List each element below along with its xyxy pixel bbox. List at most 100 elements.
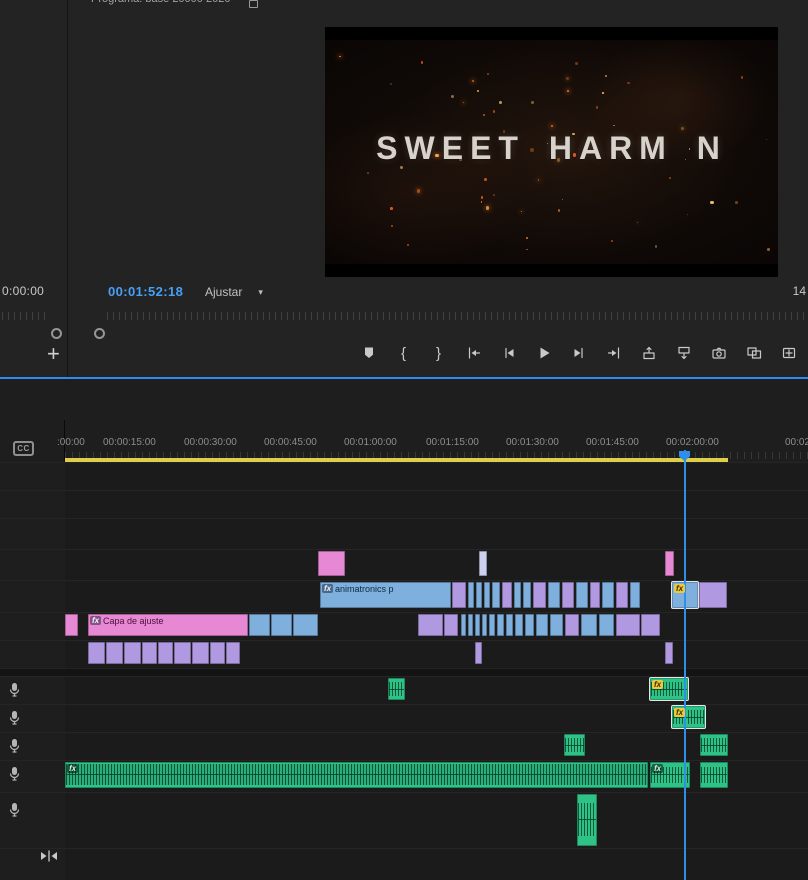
timeline-clip[interactable]	[497, 614, 504, 636]
timeline-clip[interactable]	[576, 582, 588, 608]
fx-badge-icon[interactable]: fx	[90, 616, 102, 625]
timeline-clip[interactable]	[525, 614, 534, 636]
timeline-clip[interactable]: fx	[65, 762, 648, 788]
track-header-V4[interactable]	[0, 549, 65, 580]
timeline-clip[interactable]	[536, 614, 548, 636]
ruler-label: 00:01:45:00	[586, 437, 639, 448]
voiceover-record-button[interactable]	[8, 802, 21, 823]
timeline-clip[interactable]	[479, 551, 487, 576]
timeline-clip[interactable]	[665, 551, 674, 576]
video-audio-separator	[0, 668, 808, 676]
timeline-clip[interactable]: fx	[672, 706, 705, 728]
timeline-clip[interactable]	[65, 614, 78, 636]
timeline-clip[interactable]	[533, 582, 546, 608]
track-header-V2[interactable]	[0, 612, 65, 640]
timeline-clip[interactable]	[581, 614, 597, 636]
timeline-clip[interactable]	[506, 614, 513, 636]
timeline-clip[interactable]	[452, 582, 466, 608]
timeline-clip[interactable]	[388, 678, 405, 700]
timeline-clip[interactable]	[562, 582, 574, 608]
timeline-clip[interactable]	[271, 614, 292, 636]
timeline-clip[interactable]	[564, 734, 585, 756]
timeline-clip[interactable]	[461, 614, 466, 636]
timeline-clip[interactable]	[226, 642, 240, 664]
timeline-clip[interactable]	[577, 794, 597, 846]
timeline-clip[interactable]	[630, 582, 640, 608]
timeline-clip[interactable]	[700, 762, 728, 788]
timeline-clip[interactable]	[514, 582, 521, 608]
timeline-clip[interactable]	[158, 642, 173, 664]
captions-badge-icon[interactable]: CC	[13, 441, 34, 456]
timeline-clip[interactable]	[602, 582, 614, 608]
track-header-V3[interactable]	[0, 580, 65, 612]
timeline-clip[interactable]	[484, 582, 490, 608]
track-lane-V4a[interactable]	[65, 518, 808, 549]
timeline-clip[interactable]	[550, 614, 563, 636]
ruler-label: 00:01:15:00	[426, 437, 479, 448]
fx-badge-icon[interactable]: fx	[652, 764, 664, 773]
timeline-clip[interactable]	[489, 614, 495, 636]
voiceover-record-button[interactable]	[8, 766, 21, 787]
timeline-clip[interactable]	[418, 614, 443, 636]
voiceover-record-button[interactable]	[8, 710, 21, 731]
timeline-clip[interactable]	[106, 642, 123, 664]
voiceover-record-button[interactable]	[8, 682, 21, 703]
clip-label: animatronics p	[335, 584, 394, 594]
timeline-clip[interactable]	[616, 582, 628, 608]
fx-badge-icon[interactable]: fx	[674, 584, 686, 593]
timeline-clip[interactable]: fx animatronics p	[320, 582, 451, 608]
track-header-V5[interactable]	[0, 490, 65, 518]
timeline-clip[interactable]	[444, 614, 458, 636]
track-header-V1[interactable]	[0, 640, 65, 668]
track-header-V4a[interactable]	[0, 518, 65, 549]
timeline-clip[interactable]	[665, 642, 673, 664]
timeline-clip[interactable]	[476, 582, 482, 608]
track-lane-A3[interactable]	[65, 732, 808, 760]
timeline-clip[interactable]	[475, 614, 480, 636]
timeline-clip[interactable]	[249, 614, 270, 636]
track-lane-V5[interactable]	[65, 490, 808, 518]
fx-badge-icon[interactable]: fx	[674, 708, 686, 717]
timeline-clip[interactable]	[641, 614, 660, 636]
ruler-label: 00:02	[785, 437, 808, 448]
timeline-clip[interactable]	[700, 734, 728, 756]
timeline-clip[interactable]	[210, 642, 225, 664]
timeline-clip[interactable]	[475, 642, 482, 664]
timeline-clip[interactable]	[88, 642, 105, 664]
timeline-content: :00:00 00:00:15:00 00:00:30:00 00:00:45:00 0…	[0, 0, 808, 880]
timeline-clip[interactable]	[468, 582, 474, 608]
fx-badge-icon[interactable]: fx	[652, 680, 664, 689]
track-lane-A6[interactable]	[65, 848, 808, 880]
timeline-clip[interactable]	[318, 551, 345, 576]
timeline-clip[interactable]	[174, 642, 191, 664]
track-lane-A5[interactable]	[65, 792, 808, 848]
timeline-clip[interactable]: fx	[650, 678, 688, 700]
ruler-label: 00:01:00:00	[344, 437, 397, 448]
timeline-clip[interactable]	[699, 582, 727, 608]
timeline-clip[interactable]	[142, 642, 157, 664]
fit-sequence-icon[interactable]	[40, 849, 58, 867]
timeline-clip[interactable]	[468, 614, 473, 636]
voiceover-record-button[interactable]	[8, 738, 21, 759]
timeline-clip[interactable]	[616, 614, 640, 636]
timeline-clip[interactable]: fx Capa de ajuste	[88, 614, 248, 636]
timeline-clip[interactable]	[523, 582, 531, 608]
track-lane-V6[interactable]	[65, 462, 808, 490]
timeline-clip[interactable]	[515, 614, 523, 636]
timeline-clip[interactable]	[293, 614, 318, 636]
timeline-clip[interactable]	[192, 642, 209, 664]
track-header-V6[interactable]	[0, 462, 65, 490]
fx-badge-icon[interactable]: fx	[322, 584, 334, 593]
timeline-clip[interactable]	[599, 614, 614, 636]
fx-badge-icon[interactable]: fx	[67, 764, 79, 773]
timeline-clip[interactable]	[124, 642, 141, 664]
timeline-clip[interactable]	[590, 582, 600, 608]
track-lane-A1[interactable]	[65, 676, 808, 704]
timeline-clip[interactable]	[492, 582, 500, 608]
timeline-clip[interactable]	[565, 614, 579, 636]
timeline-clip[interactable]	[548, 582, 560, 608]
timeline-clip[interactable]	[482, 614, 487, 636]
playhead-line[interactable]	[684, 450, 686, 880]
track-lane-V4[interactable]	[65, 549, 808, 580]
timeline-clip[interactable]	[502, 582, 512, 608]
